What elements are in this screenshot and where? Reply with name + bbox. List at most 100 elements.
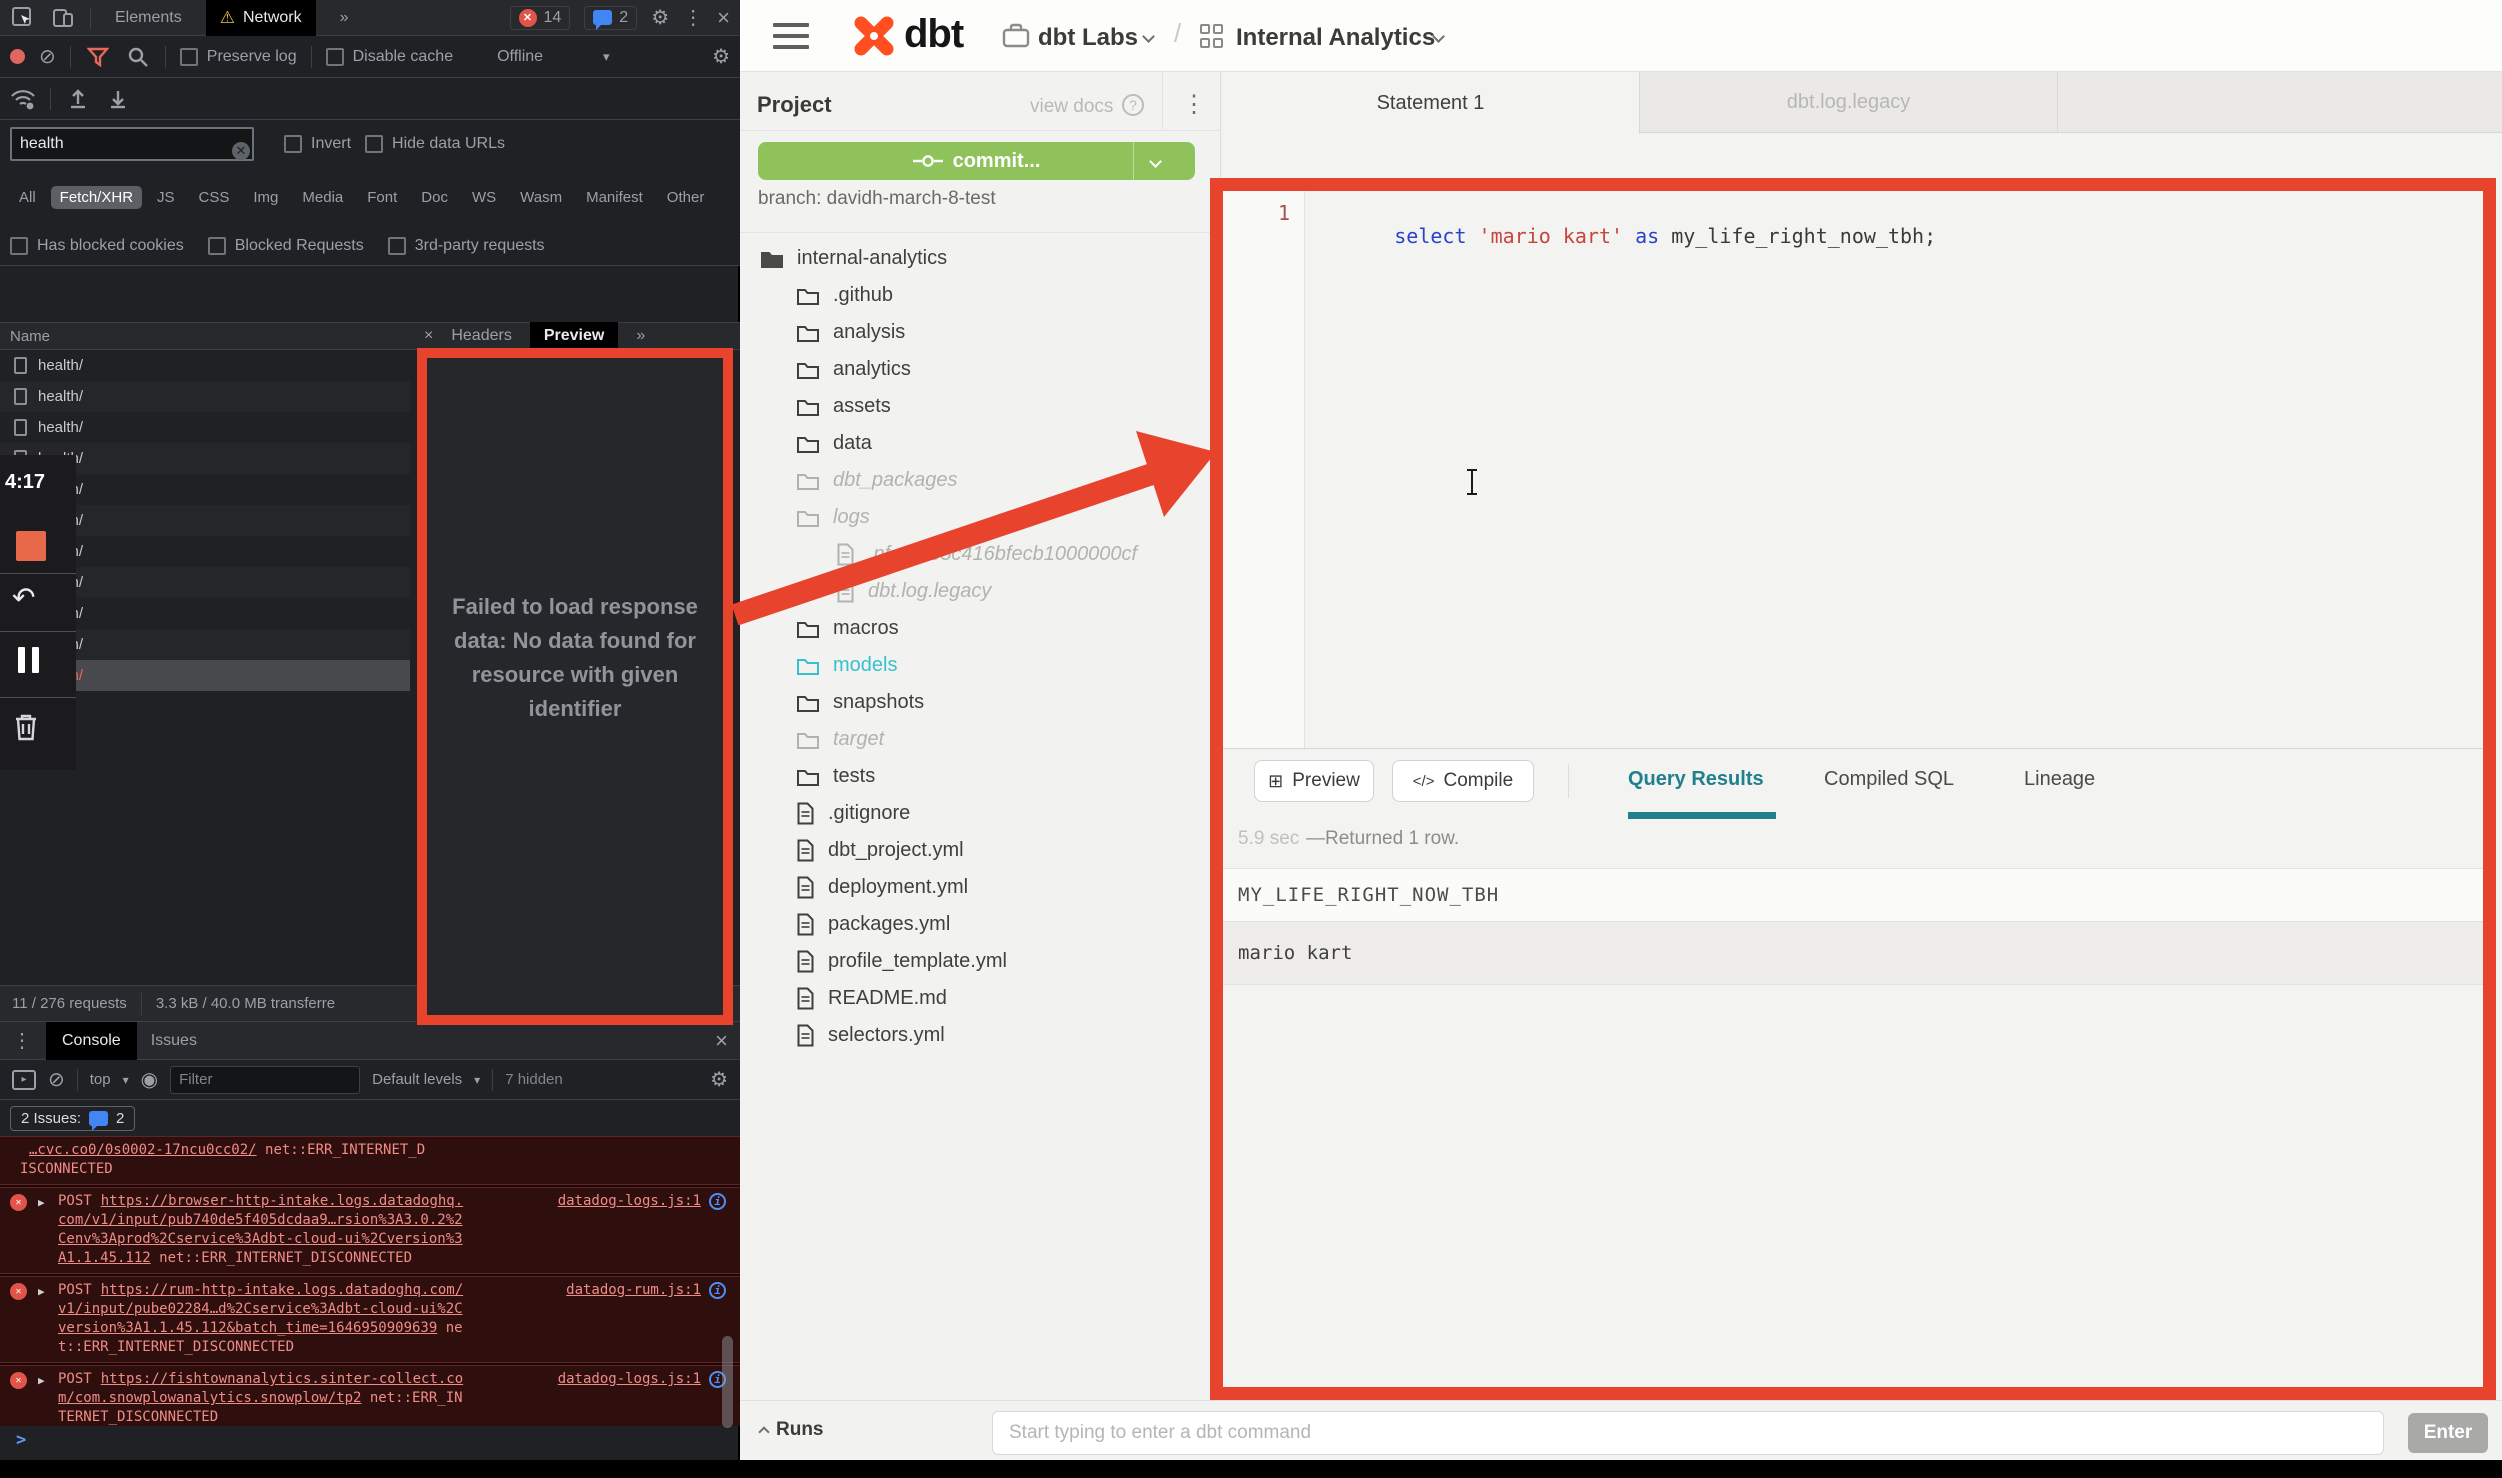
console-error-entry[interactable]: ✕ ▶ datadog-logs.js:1 i POSThttps://fish…: [0, 1365, 740, 1426]
runs-toggle[interactable]: Runs: [760, 1419, 824, 1441]
filter-funnel-icon[interactable]: [85, 44, 111, 70]
request-type-chip[interactable]: Media: [293, 186, 352, 209]
file-tree-item[interactable]: .gitignore: [740, 795, 1218, 832]
device-toolbar-icon[interactable]: [50, 5, 76, 31]
hamburger-menu-icon[interactable]: [773, 23, 809, 49]
file-tree-item[interactable]: data: [740, 425, 1218, 462]
request-type-chip[interactable]: Manifest: [577, 186, 652, 209]
more-tabs-icon[interactable]: »: [330, 3, 359, 33]
network-conditions-icon[interactable]: [10, 86, 36, 112]
request-type-chip[interactable]: Other: [658, 186, 714, 209]
file-tree-item[interactable]: tests: [740, 758, 1218, 795]
console-error-entry[interactable]: ✕ ▶ datadog-rum.js:1 i POSThttps://rum-h…: [0, 1276, 740, 1363]
search-icon[interactable]: [125, 44, 151, 70]
console-error-entry[interactable]: ✕ ▶ i …cvc.co0/0s0002-17ncu0cc02/ net::E…: [0, 1136, 740, 1185]
commit-dropdown-button[interactable]: [1133, 142, 1177, 180]
file-tree-item[interactable]: models: [740, 647, 1218, 684]
request-type-chip[interactable]: WS: [463, 186, 505, 209]
console-settings-gear-icon[interactable]: ⚙: [710, 1070, 728, 1090]
request-type-chip[interactable]: JS: [148, 186, 184, 209]
request-type-chip[interactable]: Img: [244, 186, 287, 209]
console-scrollbar[interactable]: [722, 1336, 733, 1428]
view-docs-link[interactable]: view docs: [1030, 96, 1113, 118]
file-tree-item[interactable]: dbt_project.yml: [740, 832, 1218, 869]
file-tree-item[interactable]: target: [740, 721, 1218, 758]
log-levels-select[interactable]: Default levels: [372, 1071, 462, 1088]
help-question-icon[interactable]: ?: [1122, 94, 1144, 116]
request-type-chip[interactable]: Doc: [412, 186, 457, 209]
network-request-row[interactable]: health/: [0, 412, 410, 443]
request-type-chip[interactable]: CSS: [190, 186, 239, 209]
live-expression-eye-icon[interactable]: ◉: [141, 1070, 158, 1090]
inspect-icon[interactable]: [10, 5, 36, 31]
network-filter-checkbox[interactable]: 3rd-party requests: [388, 237, 545, 255]
tab-preview[interactable]: Preview: [530, 322, 618, 350]
dbt-logo-icon[interactable]: [848, 10, 900, 62]
request-type-chip[interactable]: Font: [358, 186, 406, 209]
file-tree-item[interactable]: dbt.log.legacy: [740, 573, 1218, 610]
console-sidebar-icon[interactable]: ▸: [12, 1070, 36, 1090]
file-tree-item[interactable]: packages.yml: [740, 906, 1218, 943]
project-switcher[interactable]: Internal Analytics: [1236, 24, 1435, 52]
file-tree-item[interactable]: selectors.yml: [740, 1017, 1218, 1054]
throttling-select[interactable]: Offline: [497, 48, 543, 66]
error-source-link[interactable]: datadog-rum.js:1: [566, 1281, 701, 1300]
file-tree-item[interactable]: analysis: [740, 314, 1218, 351]
preserve-log-checkbox[interactable]: Preserve log: [180, 48, 297, 66]
file-tree-item[interactable]: deployment.yml: [740, 869, 1218, 906]
issues-chip[interactable]: 2 Issues: 2: [10, 1106, 135, 1131]
network-request-row[interactable]: health/: [0, 381, 410, 412]
expand-triangle-icon[interactable]: ▶: [38, 1193, 45, 1212]
request-type-chip[interactable]: All: [10, 186, 45, 209]
expand-triangle-icon[interactable]: ▶: [38, 1371, 45, 1390]
file-tree-item[interactable]: internal-analytics: [740, 240, 1218, 277]
file-tree-item[interactable]: dbt_packages: [740, 462, 1218, 499]
file-tree-item[interactable]: logs: [740, 499, 1218, 536]
file-tree-item[interactable]: analytics: [740, 351, 1218, 388]
file-tree-item[interactable]: snapshots: [740, 684, 1218, 721]
export-har-icon[interactable]: [105, 86, 131, 112]
network-filter-checkbox[interactable]: Blocked Requests: [208, 237, 364, 255]
file-tree-item[interactable]: profile_template.yml: [740, 943, 1218, 980]
editor-tab-statement-1[interactable]: Statement 1: [1222, 72, 1640, 134]
console-filter-input[interactable]: [170, 1066, 360, 1094]
invert-checkbox[interactable]: Invert: [284, 135, 351, 153]
commit-button[interactable]: commit...: [758, 142, 1195, 180]
network-request-row[interactable]: health/: [0, 350, 410, 381]
clear-filter-icon[interactable]: ✕: [232, 142, 250, 160]
kebab-menu-icon[interactable]: ⋮: [683, 8, 703, 28]
project-kebab-menu-icon[interactable]: ⋮: [1182, 90, 1206, 119]
console-prompt-icon[interactable]: >: [16, 1430, 26, 1450]
request-type-chip[interactable]: Wasm: [511, 186, 571, 209]
stop-record-icon[interactable]: [16, 531, 46, 561]
console-error-entry[interactable]: ✕ ▶ datadog-logs.js:1 i POSThttps://brow…: [0, 1187, 740, 1274]
record-icon[interactable]: [10, 49, 25, 64]
tab-console[interactable]: Console: [46, 1022, 137, 1060]
pause-icon[interactable]: [18, 647, 39, 673]
import-har-icon[interactable]: [65, 86, 91, 112]
error-url-link[interactable]: https://rum-http-intake.logs.datadoghq.c…: [58, 1282, 463, 1336]
clear-icon[interactable]: ⊘: [39, 47, 56, 67]
network-filter-input[interactable]: [10, 127, 254, 161]
dropdown-arrow-icon[interactable]: ▾: [603, 50, 610, 63]
kebab-menu-icon[interactable]: ⋮: [12, 1031, 32, 1051]
undo-icon[interactable]: ↶: [12, 581, 35, 614]
issues-count-badge[interactable]: 2: [584, 6, 637, 30]
execution-context-select[interactable]: top: [90, 1071, 111, 1088]
expand-triangle-icon[interactable]: ▶: [38, 1282, 45, 1301]
editor-tab-dbt-log-legacy[interactable]: dbt.log.legacy: [1640, 72, 2058, 133]
error-url-link[interactable]: …cvc.co0/0s0002-17ncu0cc02/: [29, 1142, 257, 1158]
file-tree-item[interactable]: README.md: [740, 980, 1218, 1017]
request-type-chip[interactable]: Fetch/XHR: [51, 186, 142, 209]
info-icon[interactable]: i: [709, 1193, 726, 1210]
info-icon[interactable]: i: [709, 1282, 726, 1299]
trash-icon[interactable]: [12, 711, 40, 743]
network-settings-gear-icon[interactable]: ⚙: [712, 47, 730, 67]
close-drawer-icon[interactable]: ×: [715, 1030, 728, 1052]
disable-cache-checkbox[interactable]: Disable cache: [326, 48, 454, 66]
close-detail-icon[interactable]: ×: [424, 327, 433, 345]
tab-elements[interactable]: Elements: [105, 3, 192, 33]
enter-button[interactable]: Enter: [2408, 1413, 2488, 1453]
file-tree-item[interactable]: macros: [740, 610, 1218, 647]
clear-console-icon[interactable]: ⊘: [48, 1070, 65, 1090]
